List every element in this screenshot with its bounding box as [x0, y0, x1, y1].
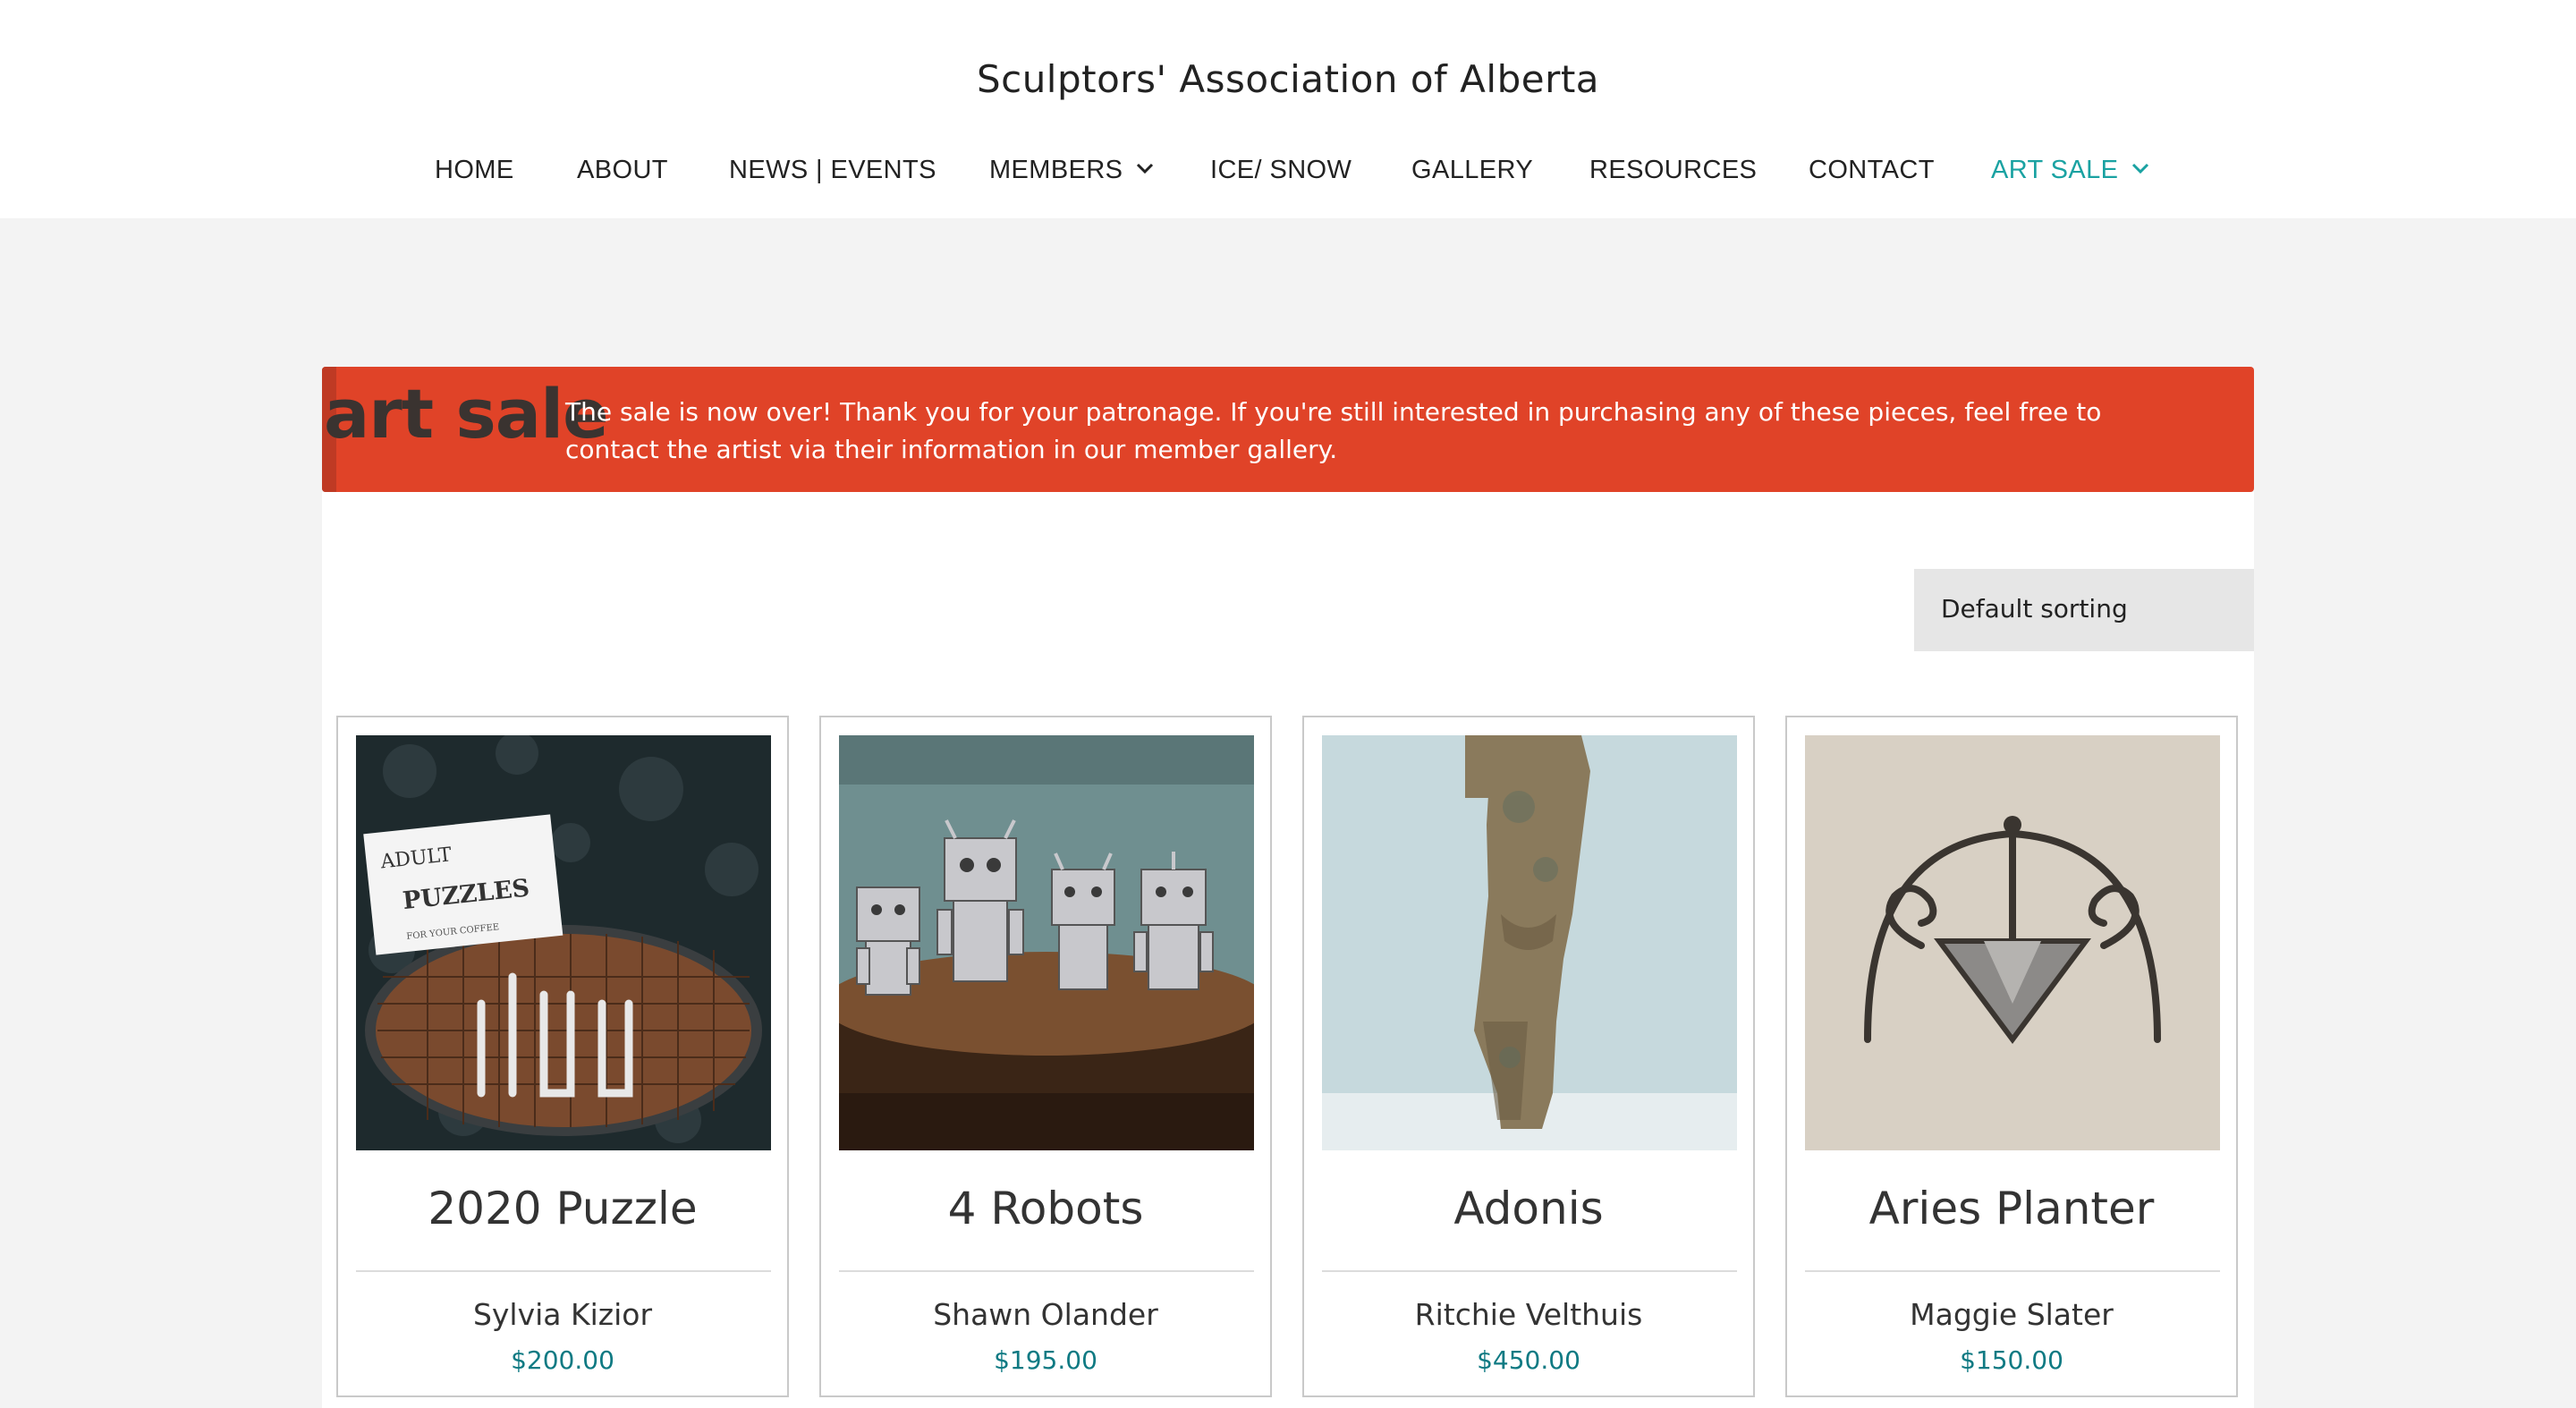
nav-item-about[interactable]: ABOUT — [577, 156, 668, 185]
banner-message: The sale is now over! Thank you for your… — [565, 397, 2102, 464]
nav-item-members-label: MEMBERS — [989, 156, 1123, 184]
nav-item-ice-snow[interactable]: ICE/ SNOW — [1210, 156, 1352, 185]
product-title[interactable]: 4 Robots — [821, 1183, 1270, 1234]
nav-item-art-sale-label: ART SALE — [1991, 156, 2119, 184]
nav-item-gallery[interactable]: GALLERY — [1411, 156, 1533, 185]
shop-content: Default sorting ADULT PUZZLES FOR YOUR C… — [322, 492, 2254, 1408]
product-price: $200.00 — [511, 1345, 614, 1375]
divider — [1805, 1270, 2220, 1272]
product-price: $195.00 — [994, 1345, 1097, 1375]
nav-item-resources[interactable]: RESOURCES — [1589, 156, 1757, 185]
product-title[interactable]: 2020 Puzzle — [338, 1183, 787, 1234]
product-artist: Sylvia Kizior — [472, 1297, 653, 1332]
product-artist: Shawn Olander — [933, 1297, 1158, 1332]
product-price: $450.00 — [1477, 1345, 1580, 1375]
chevron-down-icon — [2131, 162, 2150, 174]
sorting-selected-label: Default sorting — [1941, 594, 2128, 623]
product-image-aries-planter[interactable] — [1805, 735, 2220, 1150]
product-card-adonis[interactable]: Adonis Ritchie Velthuis $450.00 — [1302, 716, 1755, 1397]
sorting-select[interactable]: Default sorting — [1914, 569, 2254, 651]
product-artist: Ritchie Velthuis — [1414, 1297, 1643, 1332]
nav-item-members[interactable]: MEMBERS — [989, 156, 1155, 185]
nav-item-news-events[interactable]: NEWS | EVENTS — [729, 156, 936, 185]
product-card-aries-planter[interactable]: Aries Planter Maggie Slater $150.00 — [1785, 716, 2238, 1397]
product-artist: Maggie Slater — [1910, 1297, 2114, 1332]
main-nav: HOME ABOUT NEWS | EVENTS MEMBERS ICE/ SN… — [0, 156, 2576, 191]
chevron-down-icon — [1135, 162, 1155, 174]
product-card-4-robots[interactable]: 4 Robots Shawn Olander $195.00 — [819, 716, 1272, 1397]
nav-item-art-sale[interactable]: ART SALE — [1991, 156, 2150, 185]
nav-item-home[interactable]: HOME — [435, 156, 514, 185]
product-image-4-robots[interactable] — [839, 735, 1254, 1150]
product-title[interactable]: Adonis — [1304, 1183, 1753, 1234]
product-image-2020-puzzle[interactable]: ADULT PUZZLES FOR YOUR COFFEE — [356, 735, 771, 1150]
product-title[interactable]: Aries Planter — [1787, 1183, 2236, 1234]
product-image-adonis[interactable] — [1322, 735, 1737, 1150]
divider — [1322, 1270, 1737, 1272]
site-header: Sculptors' Association of Alberta HOME A… — [0, 0, 2576, 218]
product-card-2020-puzzle[interactable]: ADULT PUZZLES FOR YOUR COFFEE 2020 Puzzl… — [336, 716, 789, 1397]
site-title[interactable]: Sculptors' Association of Alberta — [0, 57, 2576, 101]
product-price: $150.00 — [1960, 1345, 2063, 1375]
divider — [839, 1270, 1254, 1272]
nav-item-contact[interactable]: CONTACT — [1809, 156, 1935, 185]
divider — [356, 1270, 771, 1272]
sale-notice-banner: art sale The sale is now over! Thank you… — [322, 367, 2254, 492]
